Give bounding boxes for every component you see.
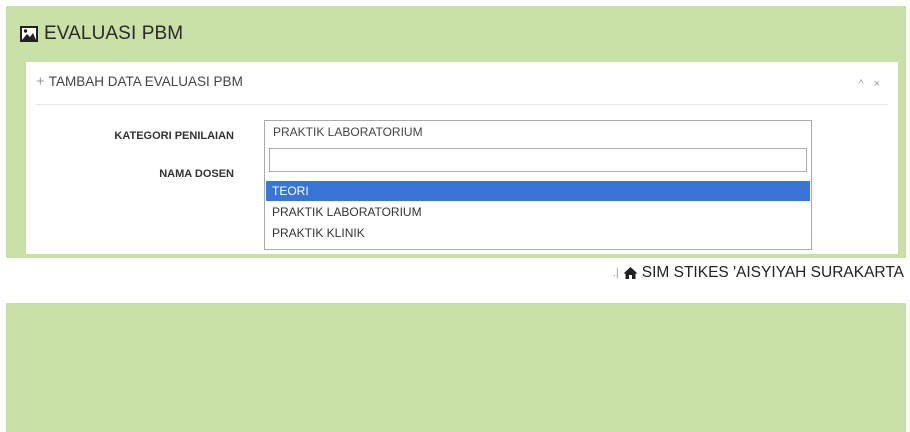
image-icon [20,26,38,42]
home-icon [623,266,638,280]
footer-brand[interactable]: .| SIM STIKES 'AISYIYAH SURAKARTA [613,264,904,282]
footer-separator: .| [612,267,619,279]
remove-button[interactable]: × [874,78,880,90]
kategori-select[interactable]: PRAKTIK LABORATORIUM [264,120,812,142]
collapse-button[interactable]: ^ [858,78,863,90]
dosen-label: NAMA DOSEN [159,168,234,180]
box-tools: ^ × [858,78,880,90]
bottom-panel [6,303,906,432]
kategori-dropdown: TEORI PRAKTIK LABORATORIUM PRAKTIK KLINI… [264,142,812,250]
footer-brand-text: SIM STIKES 'AISYIYAH SURAKARTA [641,264,904,281]
option-praktik-klinik[interactable]: PRAKTIK KLINIK [266,223,810,243]
box-title: TAMBAH DATA EVALUASI PBM [48,74,243,89]
dropdown-search-input[interactable] [269,148,807,172]
form-box: + TAMBAH DATA EVALUASI PBM ^ × KATEGORI … [26,62,898,254]
plus-icon: + [36,73,45,90]
kategori-label: KATEGORI PENILAIAN [114,130,234,142]
top-panel: EVALUASI PBM + TAMBAH DATA EVALUASI PBM … [6,6,906,258]
page-title: EVALUASI PBM [20,23,183,45]
page-title-text: EVALUASI PBM [44,23,184,44]
option-praktik-laboratorium[interactable]: PRAKTIK LABORATORIUM [266,202,810,222]
box-header: + TAMBAH DATA EVALUASI PBM [36,74,888,105]
option-teori[interactable]: TEORI [266,181,810,201]
